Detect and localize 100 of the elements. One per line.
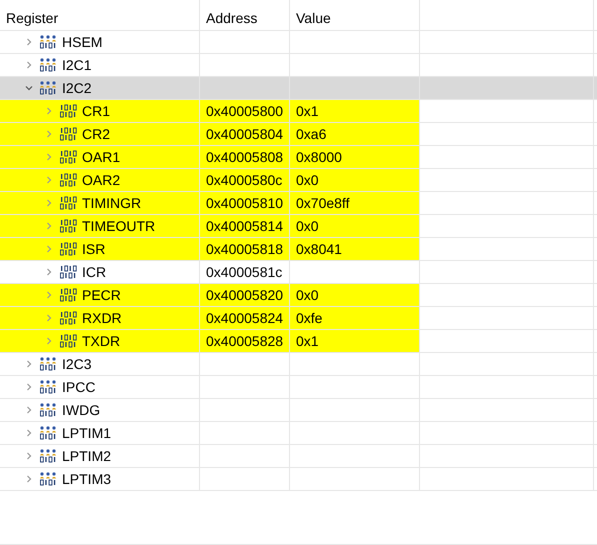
register-icon <box>60 127 78 141</box>
register-name: IPCC <box>62 379 96 395</box>
register-name: RXDR <box>82 310 122 326</box>
register-name: OAR1 <box>82 149 120 165</box>
tree-row[interactable]: PECR 0x40005820 0x0 <box>0 284 597 307</box>
tree-row[interactable]: IWDG <box>0 399 597 422</box>
register-icon <box>60 265 78 279</box>
peripheral-icon <box>40 426 58 440</box>
peripheral-icon <box>40 35 58 49</box>
peripheral-icon <box>40 81 58 95</box>
expand-icon[interactable] <box>24 359 34 369</box>
column-header[interactable]: Address <box>200 0 290 30</box>
register-name: ISR <box>82 241 106 257</box>
register-name: PECR <box>82 287 121 303</box>
expand-icon[interactable] <box>44 106 54 116</box>
expand-icon[interactable] <box>44 336 54 346</box>
register-name: TIMEOUTR <box>82 218 156 234</box>
tree-row[interactable]: OAR2 0x4000580c 0x0 <box>0 169 597 192</box>
address-cell: 0x40005820 <box>200 284 290 306</box>
register-name: I2C3 <box>62 356 92 372</box>
expand-icon[interactable] <box>24 474 34 484</box>
value-cell: 0xfe <box>290 307 420 329</box>
tree-row[interactable]: TXDR 0x40005828 0x1 <box>0 330 597 353</box>
address-cell: 0x40005814 <box>200 215 290 237</box>
register-name: LPTIM1 <box>62 425 112 441</box>
expand-icon[interactable] <box>44 221 54 231</box>
tree-row[interactable]: CR1 0x40005800 0x1 <box>0 100 597 123</box>
expand-icon[interactable] <box>44 244 54 254</box>
column-header[interactable]: Register <box>0 0 200 30</box>
value-cell: 0x8041 <box>290 238 420 260</box>
peripheral-icon <box>40 449 58 463</box>
register-icon <box>60 288 78 302</box>
expand-icon[interactable] <box>24 60 34 70</box>
value-cell: 0x1 <box>290 330 420 352</box>
expand-icon[interactable] <box>24 382 34 392</box>
tree-row[interactable]: IPCC <box>0 376 597 399</box>
value-cell: 0x0 <box>290 215 420 237</box>
tree-row[interactable]: HSEM <box>0 31 597 54</box>
register-name: OAR2 <box>82 172 120 188</box>
expand-icon[interactable] <box>24 37 34 47</box>
register-name: LPTIM2 <box>62 448 112 464</box>
expand-icon[interactable] <box>24 428 34 438</box>
address-cell: 0x40005824 <box>200 307 290 329</box>
register-name: TXDR <box>82 333 120 349</box>
expand-icon[interactable] <box>44 290 54 300</box>
tree-row[interactable]: LPTIM1 <box>0 422 597 445</box>
register-name: CR1 <box>82 103 110 119</box>
value-cell: 0x8000 <box>290 146 420 168</box>
address-cell: 0x40005808 <box>200 146 290 168</box>
register-icon <box>60 196 78 210</box>
address-cell: 0x4000581c <box>200 261 290 283</box>
tree-row[interactable]: TIMEOUTR 0x40005814 0x0 <box>0 215 597 238</box>
peripheral-icon <box>40 357 58 371</box>
expand-icon[interactable] <box>24 405 34 415</box>
expand-icon[interactable] <box>44 198 54 208</box>
register-name: LPTIM3 <box>62 471 112 487</box>
register-icon <box>60 334 78 348</box>
register-name: ICR <box>82 264 106 280</box>
value-cell: 0x1 <box>290 100 420 122</box>
register-icon <box>60 104 78 118</box>
value-cell: 0x70e8ff <box>290 192 420 214</box>
collapse-icon[interactable] <box>24 83 34 93</box>
expand-icon[interactable] <box>44 152 54 162</box>
register-name: I2C1 <box>62 57 92 73</box>
tree-row[interactable]: LPTIM3 <box>0 468 597 491</box>
address-cell: 0x40005828 <box>200 330 290 352</box>
address-cell: 0x40005810 <box>200 192 290 214</box>
peripheral-icon <box>40 472 58 486</box>
tree-row[interactable]: I2C2 <box>0 77 597 100</box>
register-icon <box>60 173 78 187</box>
expand-icon[interactable] <box>24 451 34 461</box>
tree-row[interactable]: CR2 0x40005804 0xa6 <box>0 123 597 146</box>
register-icon <box>60 150 78 164</box>
value-cell: 0x0 <box>290 284 420 306</box>
peripheral-icon <box>40 58 58 72</box>
column-header[interactable]: Value <box>290 0 420 30</box>
register-icon <box>60 219 78 233</box>
expand-icon[interactable] <box>44 129 54 139</box>
address-cell: 0x4000580c <box>200 169 290 191</box>
value-cell: 0xa6 <box>290 123 420 145</box>
address-cell: 0x40005800 <box>200 100 290 122</box>
tree-row[interactable]: ISR 0x40005818 0x8041 <box>0 238 597 261</box>
address-cell: 0x40005804 <box>200 123 290 145</box>
tree-row[interactable]: LPTIM2 <box>0 445 597 468</box>
register-name: IWDG <box>62 402 100 418</box>
peripheral-icon <box>40 380 58 394</box>
register-name: I2C2 <box>62 80 92 96</box>
expand-icon[interactable] <box>44 267 54 277</box>
tree-row[interactable]: TIMINGR 0x40005810 0x70e8ff <box>0 192 597 215</box>
tree-row[interactable]: RXDR 0x40005824 0xfe <box>0 307 597 330</box>
register-icon <box>60 242 78 256</box>
tree-row[interactable]: OAR1 0x40005808 0x8000 <box>0 146 597 169</box>
expand-icon[interactable] <box>44 313 54 323</box>
expand-icon[interactable] <box>44 175 54 185</box>
register-name: CR2 <box>82 126 110 142</box>
register-icon <box>60 311 78 325</box>
register-name: TIMINGR <box>82 195 142 211</box>
peripheral-icon <box>40 403 58 417</box>
register-name: HSEM <box>62 34 102 50</box>
tree-row[interactable]: I2C3 <box>0 353 597 376</box>
